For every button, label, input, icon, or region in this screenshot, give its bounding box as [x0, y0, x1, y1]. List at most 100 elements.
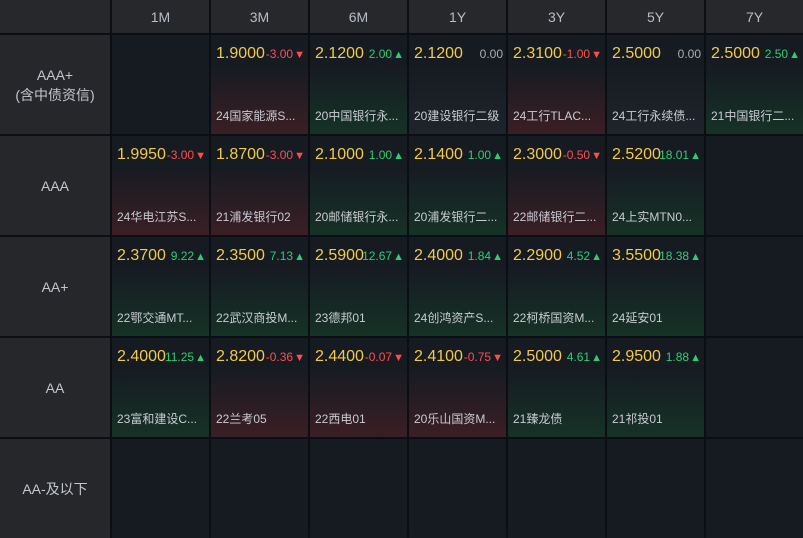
- quote-cell[interactable]: 2.5000 2.50▲ 21中国银行二...: [706, 35, 803, 134]
- change-value: -3.00▼: [266, 47, 305, 61]
- quote-cell[interactable]: 1.8700 -3.00▼ 21浦发银行02: [211, 136, 308, 235]
- change-text: 2.00: [368, 47, 393, 61]
- triangle-down-icon: ▼: [195, 150, 206, 162]
- quote-cell[interactable]: 2.4100 -0.75▼ 20乐山国资M...: [409, 338, 506, 437]
- quote-cell[interactable]: 2.3700 9.22▲ 22鄂交通MT...: [112, 237, 209, 336]
- change-value: 2.00▲: [369, 47, 404, 61]
- bond-name: 20浦发银行二...: [414, 210, 498, 224]
- yield-value: 2.1200: [414, 45, 463, 62]
- change-text: -1.00: [562, 47, 591, 61]
- bond-name: 23德邦01: [315, 311, 366, 325]
- bond-name: 24工行永续债...: [612, 109, 696, 123]
- empty-cell: [706, 439, 803, 538]
- quote-cell[interactable]: 2.8200 -0.36▼ 22兰考05: [211, 338, 308, 437]
- rating-name: AA: [45, 379, 65, 396]
- quote-cell[interactable]: 2.5900 12.67▲ 23德邦01: [310, 237, 407, 336]
- quote-cell[interactable]: 2.3000 -0.50▼ 22邮储银行二...: [508, 136, 605, 235]
- change-value: -0.36▼: [266, 350, 305, 364]
- change-value: -0.50▼: [563, 148, 602, 162]
- bond-name: 21臻龙债: [513, 412, 563, 426]
- triangle-up-icon: ▲: [690, 352, 701, 364]
- quote-cell[interactable]: 2.3100 -1.00▼ 24工行TLAC...: [508, 35, 605, 134]
- column-header-1m[interactable]: 1M: [112, 0, 209, 33]
- rating-label: AA-及以下: [0, 439, 110, 538]
- column-header-5y[interactable]: 5Y: [607, 0, 704, 33]
- quote-cell[interactable]: 2.5000 4.61▲ 21臻龙债: [508, 338, 605, 437]
- yield-value: 2.3500: [216, 247, 265, 264]
- triangle-up-icon: ▲: [492, 251, 503, 263]
- column-header-7y[interactable]: 7Y: [706, 0, 803, 33]
- change-text: -0.50: [562, 148, 591, 162]
- yield-value: 2.1400: [414, 146, 463, 163]
- column-header-1y[interactable]: 1Y: [409, 0, 506, 33]
- yield-value: 2.3700: [117, 247, 166, 264]
- change-value: -0.75▼: [464, 350, 503, 364]
- change-value: 4.52▲: [567, 249, 602, 263]
- quote-cell[interactable]: 2.1000 1.00▲ 20邮储银行永...: [310, 136, 407, 235]
- bond-name: 24创鸿资产S...: [414, 311, 494, 325]
- change-value: 18.38▲: [659, 249, 701, 263]
- quote-cell[interactable]: 2.1400 1.00▲ 20浦发银行二...: [409, 136, 506, 235]
- empty-cell: [706, 237, 803, 336]
- empty-cell: [112, 35, 209, 134]
- rating-name: AA+: [41, 278, 69, 295]
- yield-value: 2.1000: [315, 146, 364, 163]
- yield-value: 2.5000: [513, 348, 562, 365]
- quote-cell[interactable]: 3.5500 18.38▲ 24延安01: [607, 237, 704, 336]
- bond-name: 24工行TLAC...: [513, 109, 592, 123]
- change-value: -0.07▼: [365, 350, 404, 364]
- change-text: -0.75: [463, 350, 492, 364]
- bond-name: 24华电江苏S...: [117, 210, 197, 224]
- change-value: 18.01▲: [659, 148, 701, 162]
- rating-label: AA: [0, 338, 110, 437]
- header-corner: [0, 0, 110, 33]
- change-text: 11.25: [164, 350, 195, 364]
- bond-name: 24国家能源S...: [216, 109, 296, 123]
- triangle-up-icon: ▲: [690, 251, 701, 263]
- empty-cell: [706, 136, 803, 235]
- bond-name: 22柯桥国资M...: [513, 311, 595, 325]
- change-text: -3.00: [265, 148, 294, 162]
- quote-cell[interactable]: 2.4000 11.25▲ 23富和建设C...: [112, 338, 209, 437]
- triangle-up-icon: ▲: [591, 352, 602, 364]
- quote-cell[interactable]: 2.5000 0.00 24工行永续债...: [607, 35, 704, 134]
- triangle-up-icon: ▲: [393, 251, 404, 263]
- bond-name: 22武汉商投M...: [216, 311, 298, 325]
- quote-cell[interactable]: 2.4000 1.84▲ 24创鸿资产S...: [409, 237, 506, 336]
- column-header-6m[interactable]: 6M: [310, 0, 407, 33]
- quote-cell[interactable]: 2.2900 4.52▲ 22柯桥国资M...: [508, 237, 605, 336]
- triangle-up-icon: ▲: [294, 251, 305, 263]
- quote-cell[interactable]: 1.9950 -3.00▼ 24华电江苏S...: [112, 136, 209, 235]
- change-value: 9.22▲: [171, 249, 206, 263]
- change-text: 1.84: [467, 249, 492, 263]
- change-text: 1.88: [665, 350, 690, 364]
- quote-cell[interactable]: 2.4400 -0.07▼ 22西电01: [310, 338, 407, 437]
- rating-name: AAA+: [36, 66, 74, 83]
- change-text: -0.36: [265, 350, 294, 364]
- quote-cell[interactable]: 2.5200 18.01▲ 24上实MTN0...: [607, 136, 704, 235]
- change-value: -1.00▼: [563, 47, 602, 61]
- triangle-up-icon: ▲: [393, 49, 404, 61]
- change-value: 2.50▲: [765, 47, 800, 61]
- change-value: 4.61▲: [567, 350, 602, 364]
- change-text: 12.67: [362, 249, 393, 263]
- column-header-3y[interactable]: 3Y: [508, 0, 605, 33]
- change-value: 0.00: [480, 47, 503, 61]
- change-value: -3.00▼: [266, 148, 305, 162]
- quote-cell[interactable]: 2.9500 1.88▲ 21祁投01: [607, 338, 704, 437]
- quote-cell[interactable]: 2.1200 0.00 20建设银行二级: [409, 35, 506, 134]
- column-header-3m[interactable]: 3M: [211, 0, 308, 33]
- empty-cell: [706, 338, 803, 437]
- bond-name: 24上实MTN0...: [612, 210, 693, 224]
- quote-cell[interactable]: 1.9000 -3.00▼ 24国家能源S...: [211, 35, 308, 134]
- triangle-up-icon: ▲: [789, 49, 800, 61]
- bond-name: 21浦发银行02: [216, 210, 291, 224]
- triangle-up-icon: ▲: [690, 150, 701, 162]
- empty-cell: [112, 439, 209, 538]
- rating-sublabel: (含中债资信): [15, 86, 95, 103]
- quote-cell[interactable]: 2.1200 2.00▲ 20中国银行永...: [310, 35, 407, 134]
- bond-name: 24延安01: [612, 311, 663, 325]
- quote-cell[interactable]: 2.3500 7.13▲ 22武汉商投M...: [211, 237, 308, 336]
- change-text: -0.07: [364, 350, 393, 364]
- change-value: -3.00▼: [167, 148, 206, 162]
